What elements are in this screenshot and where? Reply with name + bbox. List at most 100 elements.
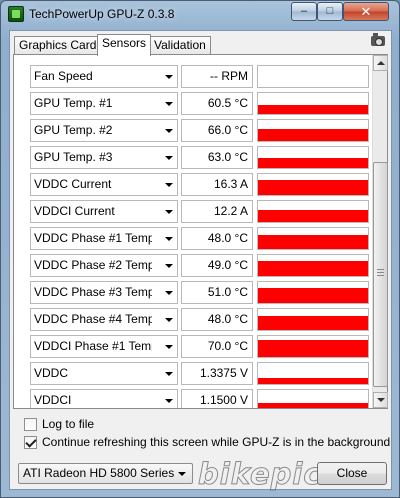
sensor-graph-fill	[258, 377, 368, 384]
sensor-name-dropdown[interactable]: VDDC Current	[30, 173, 178, 196]
sensor-graph	[257, 308, 369, 331]
sensor-name-label: VDDC	[34, 366, 69, 380]
sensor-graph	[257, 65, 369, 88]
chevron-down-icon	[165, 75, 173, 79]
sensor-value: 16.3 A	[181, 173, 253, 196]
sensor-graph	[257, 200, 369, 223]
sensor-graph	[257, 119, 369, 142]
sensor-name-label: VDDC Phase #2 Temperature	[34, 258, 152, 272]
sensor-graph-fill	[258, 287, 368, 303]
sensor-name-label: VDDC Current	[34, 177, 112, 191]
chevron-down-icon	[165, 210, 173, 214]
sensor-row: GPU Temp. #3 63.0 °C	[14, 144, 374, 171]
log-to-file-label: Log to file	[42, 417, 95, 431]
close-button[interactable]: Close	[317, 462, 387, 485]
chevron-down-icon	[165, 264, 173, 268]
continue-refreshing-checkbox[interactable]	[24, 436, 37, 449]
sensor-graph-fill	[258, 129, 368, 141]
sensor-graph	[257, 146, 369, 169]
sensor-name-label: VDDC Phase #1 Temperature	[34, 231, 152, 245]
sensor-graph-fill	[258, 157, 368, 168]
sensor-graph-fill	[258, 316, 368, 330]
sensor-value: 66.0 °C	[181, 119, 253, 142]
sensor-graph-fill	[258, 180, 368, 195]
title-bar[interactable]: TechPowerUp GPU-Z 0.3.8 – □ ✕	[1, 1, 399, 29]
sensor-value: 60.5 °C	[181, 92, 253, 115]
window-title: TechPowerUp GPU-Z 0.3.8	[29, 7, 175, 21]
sensor-row: Fan Speed -- RPM	[14, 63, 374, 90]
tab-sensors[interactable]: Sensors	[97, 34, 152, 56]
sensor-graph	[257, 254, 369, 277]
sensor-value: 49.0 °C	[181, 254, 253, 277]
chevron-down-icon	[165, 156, 173, 160]
sensor-row: VDDC Phase #4 Temperature 48.0 °C	[14, 306, 374, 333]
sensor-graph-fill	[258, 340, 368, 357]
window-close-button[interactable]: ✕	[343, 2, 389, 21]
chevron-down-icon	[165, 102, 173, 106]
maximize-button[interactable]: □	[317, 2, 343, 21]
minimize-button[interactable]: –	[291, 2, 317, 21]
camera-icon[interactable]	[371, 33, 385, 46]
sensor-graph-fill	[258, 402, 368, 408]
sensor-value: 63.0 °C	[181, 146, 253, 169]
sensor-row: VDDC Phase #2 Temperature 49.0 °C	[14, 252, 374, 279]
scroll-thumb[interactable]	[373, 162, 388, 387]
sensor-name-dropdown[interactable]: GPU Temp. #1	[30, 92, 178, 115]
sensor-name-dropdown[interactable]: VDDCI Current	[30, 200, 178, 223]
sensor-graph-fill	[258, 261, 368, 276]
gpu-selector-dropdown[interactable]: ATI Radeon HD 5800 Series	[18, 463, 193, 484]
log-to-file-checkbox[interactable]	[24, 418, 37, 431]
sensor-value: 70.0 °C	[181, 335, 253, 358]
sensors-panel: Fan Speed -- RPM GPU Temp. #1 60.5 °C GPU Te…	[13, 54, 388, 409]
sensor-graph	[257, 281, 369, 304]
chevron-down-icon	[165, 399, 173, 403]
tab-graphics-card[interactable]: Graphics Card	[14, 36, 102, 55]
sensor-row: GPU Temp. #1 60.5 °C	[14, 90, 374, 117]
sensor-value: 1.3375 V	[181, 362, 253, 385]
scroll-up-button[interactable]	[373, 55, 388, 71]
sensor-row: VDDC Phase #1 Temperature 48.0 °C	[14, 225, 374, 252]
sensor-graph-fill	[258, 235, 368, 249]
sensor-name-dropdown[interactable]: VDDC Phase #3 Temperature	[30, 281, 178, 304]
sensor-name-label: VDDC Phase #3 Temperature	[34, 285, 152, 299]
client-area: Graphics Card Sensors Validation Fan Spe…	[9, 30, 392, 492]
sensor-name-dropdown[interactable]: VDDCI Phase #1 Temperature	[30, 335, 178, 358]
chevron-down-icon	[165, 318, 173, 322]
chevron-down-icon	[165, 372, 173, 376]
sensor-graph	[257, 92, 369, 115]
vertical-scrollbar[interactable]	[372, 55, 388, 408]
sensor-row: VDDCI Phase #1 Temperature 70.0 °C	[14, 333, 374, 360]
chevron-down-icon	[165, 129, 173, 133]
app-window: TechPowerUp GPU-Z 0.3.8 – □ ✕ Graphics C…	[0, 0, 400, 498]
sensor-name-dropdown[interactable]: VDDC Phase #1 Temperature	[30, 227, 178, 250]
chevron-down-icon	[165, 237, 173, 241]
sensor-graph	[257, 173, 369, 196]
sensor-name-label: VDDCI Current	[34, 204, 115, 218]
sensor-name-dropdown[interactable]: VDDC	[30, 362, 178, 385]
sensor-row: VDDC Phase #3 Temperature 51.0 °C	[14, 279, 374, 306]
sensor-name-label: GPU Temp. #1	[34, 96, 113, 110]
sensor-graph-fill	[258, 210, 368, 222]
continue-refreshing-label: Continue refreshing this screen while GP…	[42, 435, 391, 449]
sensor-name-label: GPU Temp. #3	[34, 150, 113, 164]
chevron-down-icon	[165, 345, 173, 349]
sensor-name-dropdown[interactable]: GPU Temp. #2	[30, 119, 178, 142]
sensor-name-dropdown[interactable]: GPU Temp. #3	[30, 146, 178, 169]
sensor-name-label: VDDCI Phase #1 Temperature	[34, 339, 152, 353]
sensor-value: 48.0 °C	[181, 308, 253, 331]
sensor-name-dropdown[interactable]: VDDC Phase #2 Temperature	[30, 254, 178, 277]
sensor-value: 51.0 °C	[181, 281, 253, 304]
sensor-name-label: GPU Temp. #2	[34, 123, 113, 137]
sensor-row: GPU Temp. #2 66.0 °C	[14, 117, 374, 144]
sensor-value: 12.2 A	[181, 200, 253, 223]
sensor-row: VDDCI Current 12.2 A	[14, 198, 374, 225]
sensor-name-dropdown[interactable]: VDDCI	[30, 389, 178, 408]
sensor-name-label: Fan Speed	[34, 69, 93, 83]
sensor-name-dropdown[interactable]: VDDC Phase #4 Temperature	[30, 308, 178, 331]
scroll-down-button[interactable]	[373, 392, 388, 408]
tab-validation[interactable]: Validation	[149, 36, 211, 55]
sensor-name-dropdown[interactable]: Fan Speed	[30, 65, 178, 88]
sensor-value: 1.1500 V	[181, 389, 253, 408]
gpuz-app-icon	[8, 6, 24, 22]
sensor-graph	[257, 227, 369, 250]
